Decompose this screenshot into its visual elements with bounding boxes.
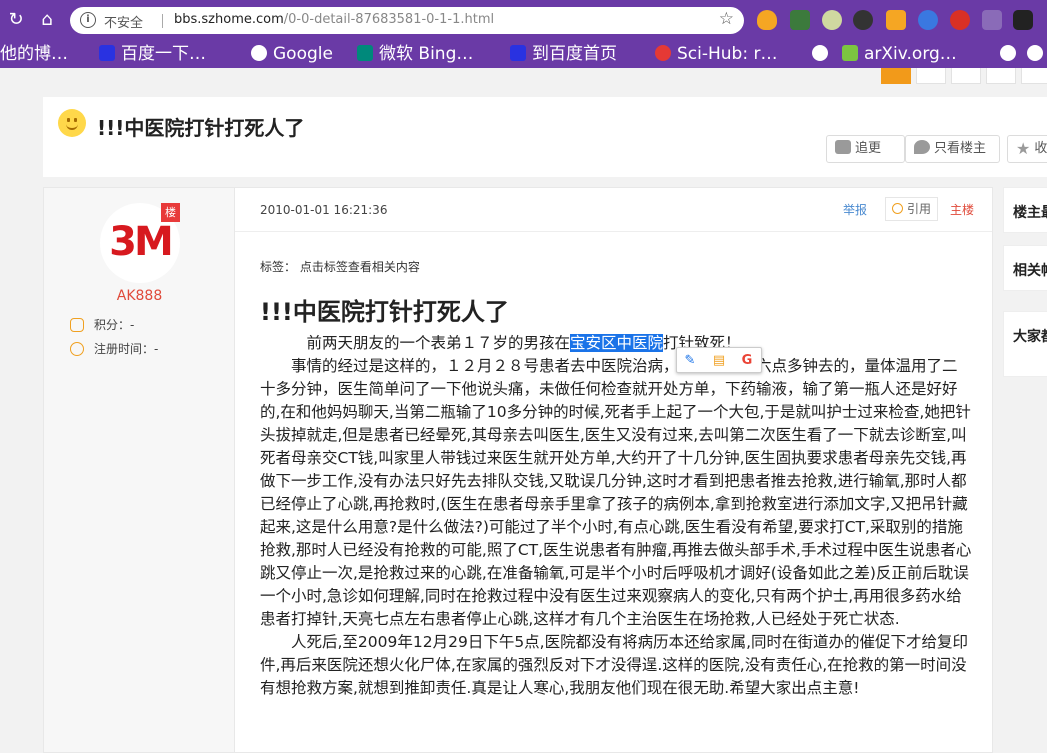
bookmark-item[interactable]: 到百度首页 (510, 43, 617, 65)
omnibox-divider (162, 14, 163, 28)
reload-icon[interactable]: ↻ (4, 8, 28, 32)
register-row: 注册时间：- (70, 340, 158, 357)
bookmark-item[interactable]: Sci-Hub: r… (655, 43, 777, 65)
bookmark-item[interactable]: arXiv.org… (842, 43, 957, 65)
bookmarks-bar: 他的博… 百度一下… Google 微软 Bing… 到百度首页 Sci-Hub… (0, 40, 1047, 68)
tags-line[interactable]: 标签： 点击标签查看相关内容 (260, 258, 420, 275)
floor-label: 主楼 (950, 203, 975, 217)
extension-icon-5[interactable] (886, 10, 906, 30)
bulb-extension-icon[interactable] (757, 10, 777, 30)
arxiv-icon (842, 45, 858, 61)
report-link[interactable]: 举报 (843, 201, 867, 218)
bookmark-item[interactable]: 他的博… (0, 43, 68, 65)
google-icon[interactable]: G (738, 352, 756, 370)
bookmark-item[interactable] (812, 43, 834, 65)
sidebar-related-box: 相关帖 (1003, 245, 1047, 291)
favorite-button[interactable]: ★ 收 (1007, 135, 1047, 163)
post-content: 前两天朋友的一个表弟１７岁的男孩在宝安区中医院打针致死！ 事情的经过是这样的，１… (260, 332, 972, 700)
extension-icon-c[interactable] (853, 10, 873, 30)
browser-toolbar: ↻ ⌂ i 不安全 bbs.szhome.com/0-0-detail-8768… (0, 0, 1047, 40)
post-date: 2010-01-01 16:21:36 (260, 203, 388, 217)
extension-icon-3[interactable] (822, 10, 842, 30)
content-title: !!!中医院打针打死人了 (260, 298, 509, 326)
points-row: 积分：- (70, 316, 134, 333)
profile-icon[interactable] (1013, 10, 1033, 30)
page-button[interactable] (1021, 68, 1047, 84)
home-icon[interactable]: ⌂ (35, 8, 59, 32)
paragraph: 人死后,至2009年12月29日下午5点,医院都没有将病历本还给家属,同时在街道… (260, 633, 969, 697)
note-icon[interactable]: ▤ (710, 352, 728, 370)
author-panel: 3M 楼 AK888 积分：- 注册时间：- (43, 187, 234, 753)
extension-icon-2[interactable] (790, 10, 810, 30)
post-header: 2010-01-01 16:21:36 举报 引用 主楼 (235, 188, 992, 232)
info-icon[interactable]: i (80, 12, 96, 28)
bookmark-item[interactable] (1027, 43, 1047, 65)
cloud-extension-icon[interactable] (982, 10, 1002, 30)
extension-icon-6[interactable] (918, 10, 938, 30)
pagination-strip (0, 68, 1047, 84)
url-text[interactable]: bbs.szhome.com/0-0-detail-87683581-0-1-1… (174, 12, 494, 27)
bookmark-star-icon[interactable]: ☆ (719, 9, 734, 29)
follow-button[interactable]: 追更 (826, 135, 905, 163)
bookmark-item[interactable]: 微软 Bing… (357, 43, 473, 65)
scihub-icon (655, 45, 671, 61)
smiley-icon (58, 109, 86, 137)
selected-text: 宝安区中医院 (570, 334, 664, 352)
sidebar-op-box: 楼主最 (1003, 187, 1047, 233)
thread-title: !!!中医院打针打死人了 (97, 116, 305, 140)
google-icon (251, 45, 267, 61)
selection-popup: ✎ ▤ G (676, 347, 762, 373)
stop-extension-icon[interactable] (950, 10, 970, 30)
post-body: 2010-01-01 16:21:36 举报 引用 主楼 标签： 点击标签查看相… (234, 187, 993, 753)
paragraph: 事情的经过是这样的，１２月２８号患者去中医院治病，大约是晚上六点多钟去的，量体温… (260, 357, 972, 628)
drop-icon (914, 140, 930, 154)
page-button[interactable] (951, 68, 981, 84)
quote-icon (892, 203, 903, 214)
pencil-icon[interactable]: ✎ (681, 352, 699, 370)
sidebar-popular-box: 大家都 (1003, 311, 1047, 377)
page-button[interactable] (916, 68, 946, 84)
op-badge: 楼 (161, 203, 180, 222)
coins-icon (70, 318, 84, 332)
chat-icon (835, 140, 851, 154)
google-icon (1027, 45, 1043, 61)
globe-icon (812, 45, 828, 61)
paw-icon (99, 45, 115, 61)
star-icon: ★ (1016, 139, 1031, 158)
author-name[interactable]: AK888 (44, 288, 235, 304)
bookmark-item[interactable]: Google (251, 43, 333, 65)
insecure-label: 不安全 (104, 16, 144, 31)
clock-icon (70, 342, 84, 356)
page-button-current[interactable] (881, 68, 911, 84)
only-op-button[interactable]: 只看楼主 (905, 135, 1000, 163)
address-bar[interactable]: i 不安全 bbs.szhome.com/0-0-detail-87683581… (70, 7, 744, 34)
paw-icon (510, 45, 526, 61)
bookmark-item[interactable] (1000, 43, 1022, 65)
thread-title-bar: !!!中医院打针打死人了 追更 只看楼主 ★ 收 (43, 97, 1047, 177)
avatar-logo: 3M (109, 219, 174, 265)
page-button[interactable] (986, 68, 1016, 84)
quote-button[interactable]: 引用 (885, 197, 939, 221)
paragraph: 前两天朋友的一个表弟１７岁的男孩在宝安区中医院打针致死！ (306, 334, 741, 352)
bing-icon (357, 45, 373, 61)
bookmark-item[interactable]: 百度一下… (99, 43, 206, 65)
globe-icon (1000, 45, 1016, 61)
